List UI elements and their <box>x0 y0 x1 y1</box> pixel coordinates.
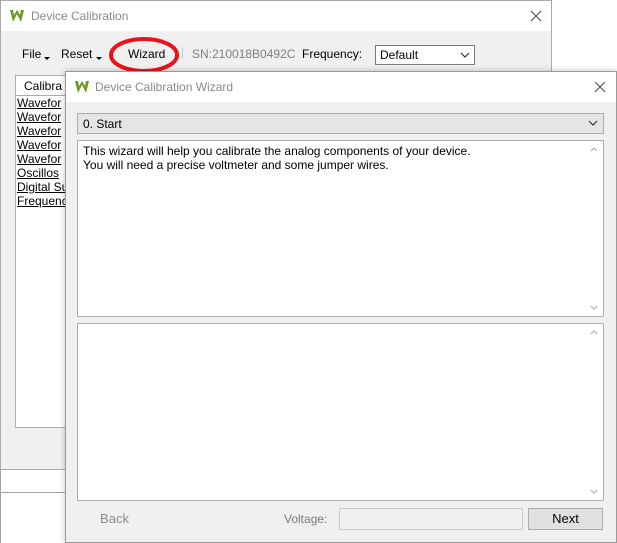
step-select[interactable]: 0. Start <box>77 113 604 134</box>
step-select-value: 0. Start <box>83 117 122 131</box>
file-menu[interactable]: File <box>22 47 41 61</box>
close-icon[interactable] <box>593 80 607 94</box>
log-text-area[interactable] <box>77 323 604 501</box>
main-titlebar: Device Calibration <box>1 1 551 31</box>
divider <box>0 492 66 493</box>
app-logo-icon <box>75 81 89 93</box>
instructions-text-area[interactable]: This wizard will help you calibrate the … <box>77 140 604 317</box>
chevron-down-icon <box>460 52 470 58</box>
instructions-text: This wizard will help you calibrate the … <box>83 144 471 172</box>
frequency-label: Frequency: <box>302 47 363 61</box>
file-menu-arrow-icon <box>44 57 50 60</box>
scroll-down-icon[interactable] <box>590 489 598 494</box>
wizard-title: Device Calibration Wizard <box>95 80 234 94</box>
divider <box>0 470 1 543</box>
reset-menu-arrow-icon <box>96 57 102 60</box>
back-button[interactable]: Back <box>77 508 152 530</box>
instruction-line: You will need a precise voltmeter and so… <box>83 158 389 172</box>
calibration-wizard-dialog: Device Calibration Wizard 0. Start This … <box>65 71 617 543</box>
instruction-line: This wizard will help you calibrate the … <box>83 144 471 158</box>
scroll-up-icon[interactable] <box>590 147 598 152</box>
serial-number: SN:210018B0492C <box>192 47 296 61</box>
reset-menu[interactable]: Reset <box>61 47 92 61</box>
scroll-up-icon[interactable] <box>590 330 598 335</box>
vertical-scrollbar[interactable] <box>586 141 603 316</box>
main-window-title: Device Calibration <box>31 9 129 23</box>
app-logo-icon <box>10 10 24 22</box>
vertical-scrollbar[interactable] <box>586 324 603 500</box>
scroll-down-icon[interactable] <box>590 305 598 310</box>
voltage-input[interactable] <box>339 508 523 530</box>
wizard-highlight-circle <box>109 37 179 73</box>
next-button[interactable]: Next <box>528 508 603 530</box>
chevron-down-icon <box>588 120 598 126</box>
menu-separator: | <box>181 45 185 59</box>
frequency-select-value: Default <box>380 48 419 62</box>
voltage-label: Voltage: <box>284 512 328 526</box>
close-icon[interactable] <box>529 9 543 23</box>
wizard-titlebar: Device Calibration Wizard <box>66 72 616 102</box>
frequency-select[interactable]: Default <box>375 45 475 65</box>
